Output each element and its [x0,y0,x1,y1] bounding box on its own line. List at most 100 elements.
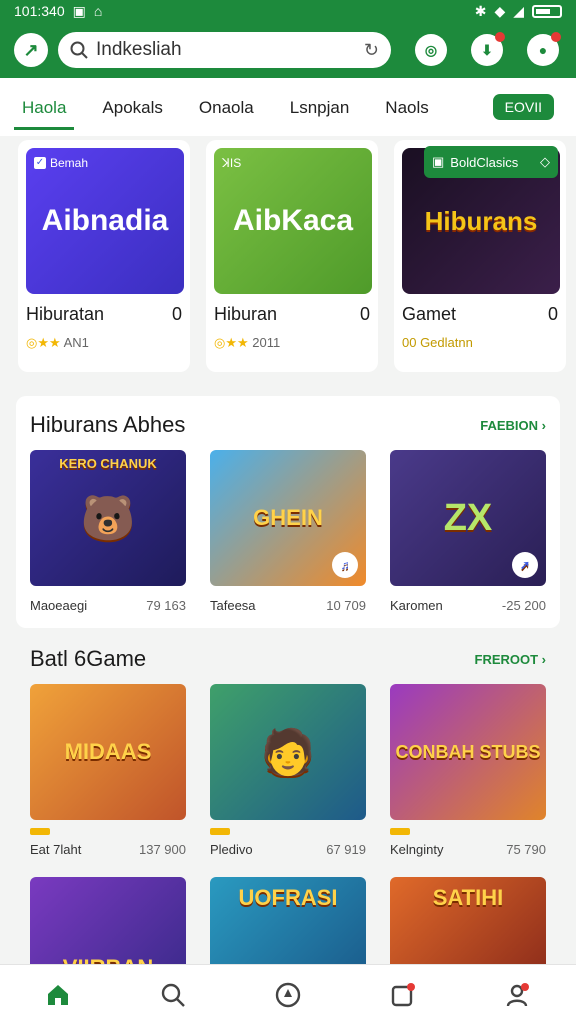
featured-image-text: Aibnadia [41,204,169,237]
badge-chip [30,828,50,835]
featured-card[interactable]: ꓘIS AibKaca Hiburan 0 ◎★★ 2011 [206,140,378,372]
featured-image-text: AibKaca [232,204,354,237]
game-image: 🧑 [210,684,366,820]
notification-dot [495,32,505,42]
notifications-button[interactable]: ◎ [415,34,447,66]
wifi-icon: ◆ [494,2,506,19]
game-tile[interactable]: MIDAAS Eat 7laht 137 900 [30,684,186,857]
tab-naols[interactable]: Naols [385,80,428,134]
rating-text: 2011 [252,335,281,350]
game-tile[interactable]: CONBAH STUBS Kelnginty 75 790 [390,684,546,857]
featured-title: Hiburatan [26,304,105,324]
image-icon: ▣ [72,2,86,19]
search-icon [161,983,185,1007]
badge-chip [210,828,230,835]
tab-apokals[interactable]: Apokals [102,80,162,134]
badge-chip [390,828,410,835]
featured-subtitle: 00 Gedlatnn [402,335,473,350]
category-tabs: Haola Apokals Onaola Lsnpjan Naols EOVII [0,78,576,136]
featured-card[interactable]: ✓ Bemah Aibnadia Hiburatan 0 ◎★★ AN1 [18,140,190,372]
overlay-badge-text: BoldClasics [450,154,519,170]
section-hiburans: Hiburans Abhes FAEBION › KERO CHANUK 🐻 Ma… [16,396,560,628]
overlay-badge[interactable]: ▣ BoldClasics ◇ [424,146,558,178]
game-name: Kelnginty [390,842,444,857]
section-title: Batl 6Game [30,646,147,671]
download-icon: ⬇ [481,41,493,58]
game-image-text: MIDAAS [64,739,152,764]
game-count: 75 790 [506,842,546,857]
game-tile[interactable]: GHEIN ♫ Tafeesa 10 709 [210,450,366,613]
character-icon: 🐻 [80,494,136,543]
bell-icon: ◎ [424,41,438,58]
game-tile[interactable]: 🧑 Pledivo 67 919 [210,684,366,857]
home-icon: ⌂ [93,3,103,19]
search-bar[interactable]: ↻ [58,32,391,68]
game-name: Maoeaegi [30,598,88,613]
apps-icon [391,982,416,1006]
tab-lsnpjan[interactable]: Lsnpjan [290,80,350,134]
game-image-text: CONBAH STUBS [395,741,541,762]
star-rating-icon: ◎★★ [214,335,249,350]
featured-image: ꓘIS AibKaca [214,148,372,294]
search-icon [70,41,88,59]
tab-badge[interactable]: EOVII [492,94,554,120]
star-rating-icon: ◎★★ [26,335,61,350]
nav-games[interactable] [268,975,308,1015]
top-app-bar: 101:340 ▣ ⌂ ✱ ◆ ◢ ↗ ↻ ◎ ⬇ ● [0,0,576,78]
tab-onaola[interactable]: Onaola [199,80,254,134]
game-tile[interactable]: ZX ➚ Karomen -25 200 [390,450,546,613]
check-icon: ✓ [34,157,46,169]
game-image: MIDAAS [30,684,186,820]
compass-icon [275,982,301,1007]
share-icon[interactable]: ➚ [512,552,538,578]
game-count: 67 919 [326,842,366,857]
featured-title: Hiburan [214,304,278,324]
signal-icon: ◢ [513,2,524,19]
game-image: ZX ➚ [390,450,546,586]
game-count: 137 900 [139,842,186,857]
search-input[interactable] [96,39,356,61]
nav-apps[interactable] [383,975,423,1015]
app-logo-icon[interactable]: ↗ [14,33,48,67]
game-image-text: ZX [443,496,493,539]
section-more-link[interactable]: FREROOT › [475,652,547,667]
refresh-icon[interactable]: ↻ [364,40,379,61]
game-count: -25 200 [501,598,546,613]
bell-icon[interactable]: ♫ [332,552,358,578]
game-tile[interactable]: KERO CHANUK 🐻 Maoeaegi 79 163 [30,450,186,613]
nav-profile[interactable] [498,975,538,1015]
featured-count: 0 [359,304,370,324]
profile-icon [507,982,530,1006]
bluetooth-icon: ✱ [474,2,487,19]
status-time: 101:340 [14,3,65,19]
nav-search[interactable] [153,975,193,1015]
game-count: 79 163 [146,598,186,613]
status-bar: 101:340 ▣ ⌂ ✱ ◆ ◢ [0,0,576,22]
profile-button[interactable]: ● [527,32,561,66]
game-image: KERO CHANUK 🐻 [30,450,186,586]
section-more-link[interactable]: FAEBION › [480,418,546,433]
game-name: Pledivo [210,842,253,857]
featured-image: ✓ Bemah Aibnadia [26,148,184,294]
tag-icon: ◇ [540,154,550,169]
game-image: CONBAH STUBS [390,684,546,820]
featured-image-text: Hiburans [424,205,538,236]
rating-text: AN1 [63,335,89,350]
character-icon: 🧑 [260,728,316,777]
bottom-navigation [0,964,576,1024]
notification-dot [551,32,561,42]
featured-tag: Bemah [50,156,89,170]
game-image-text: KERO CHANUK [59,456,157,471]
downloads-button[interactable]: ⬇ [471,32,505,66]
home-icon [47,984,68,1005]
game-image: GHEIN ♫ [210,450,366,586]
nav-home[interactable] [38,975,78,1015]
tab-haola[interactable]: Haola [13,80,75,134]
avatar-icon: ● [538,42,548,58]
game-image-text: SATIHI [432,885,504,910]
leaf-icon: ▣ [432,154,445,169]
game-name: Tafeesa [210,598,256,613]
featured-tag: ꓘIS [222,156,242,170]
featured-count: 0 [547,304,558,324]
battery-icon [532,4,562,18]
